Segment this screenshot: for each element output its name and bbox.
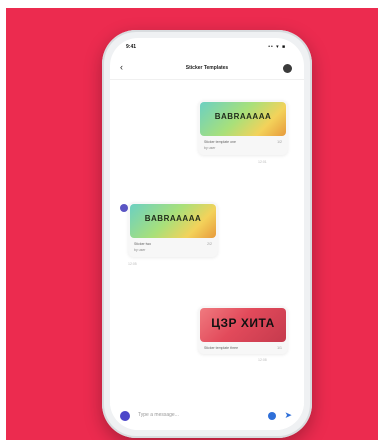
signal-icons: •• ▾ ■ [268,44,286,50]
message-caption-3: Sticker template three [204,346,239,350]
sticker-image-3[interactable]: ЦЗР XИТА [200,308,286,342]
emoji-icon[interactable] [268,412,276,420]
menu-icon[interactable] [283,64,292,73]
message-card-1[interactable]: BABRAAAAA Sticker template one by user 1… [198,100,288,155]
chat-header: ‹ Sticker Templates [110,58,304,80]
timestamp-1: 12:01 [258,160,267,164]
sticker-image-1[interactable]: BABRAAAAA [200,102,286,136]
timestamp-2: 12:05 [128,262,137,266]
composer-bar: Type a message... ➤ [110,404,304,430]
status-bar: 9:41 •• ▾ ■ [110,38,304,58]
message-subcaption-2: by user [134,248,146,252]
message-caption-2: Sticker two [134,242,152,246]
message-input[interactable]: Type a message... [138,412,179,418]
sticker-text-1: BABRAAAAA [214,112,272,121]
timestamp-3: 12:08 [258,358,267,362]
message-caption-1: Sticker template one [204,140,236,144]
attach-icon[interactable] [120,411,130,421]
phone-frame: 9:41 •• ▾ ■ ‹ Sticker Templates BABRAAAA… [102,30,312,438]
message-meta-3: 1/1 [277,346,282,350]
sticker-text-3: ЦЗР XИТА [211,316,275,330]
background: 9:41 •• ▾ ■ ‹ Sticker Templates BABRAAAA… [6,8,378,440]
sticker-image-2[interactable]: BABRAAAAA [130,204,216,238]
status-time: 9:41 [126,44,137,50]
screen: 9:41 •• ▾ ■ ‹ Sticker Templates BABRAAAA… [110,38,304,430]
message-meta-2: 2/2 [207,242,212,246]
sticker-text-2: BABRAAAAA [144,214,202,223]
message-meta-1: 1/2 [277,140,282,144]
send-icon[interactable]: ➤ [284,410,292,421]
avatar[interactable] [120,204,128,212]
message-card-3[interactable]: ЦЗР XИТА Sticker template three 1/1 [198,306,288,354]
message-subcaption-1: by user [204,146,216,150]
message-card-2[interactable]: BABRAAAAA Sticker two by user 2/2 [128,202,218,257]
chat-title: Sticker Templates [185,65,229,71]
